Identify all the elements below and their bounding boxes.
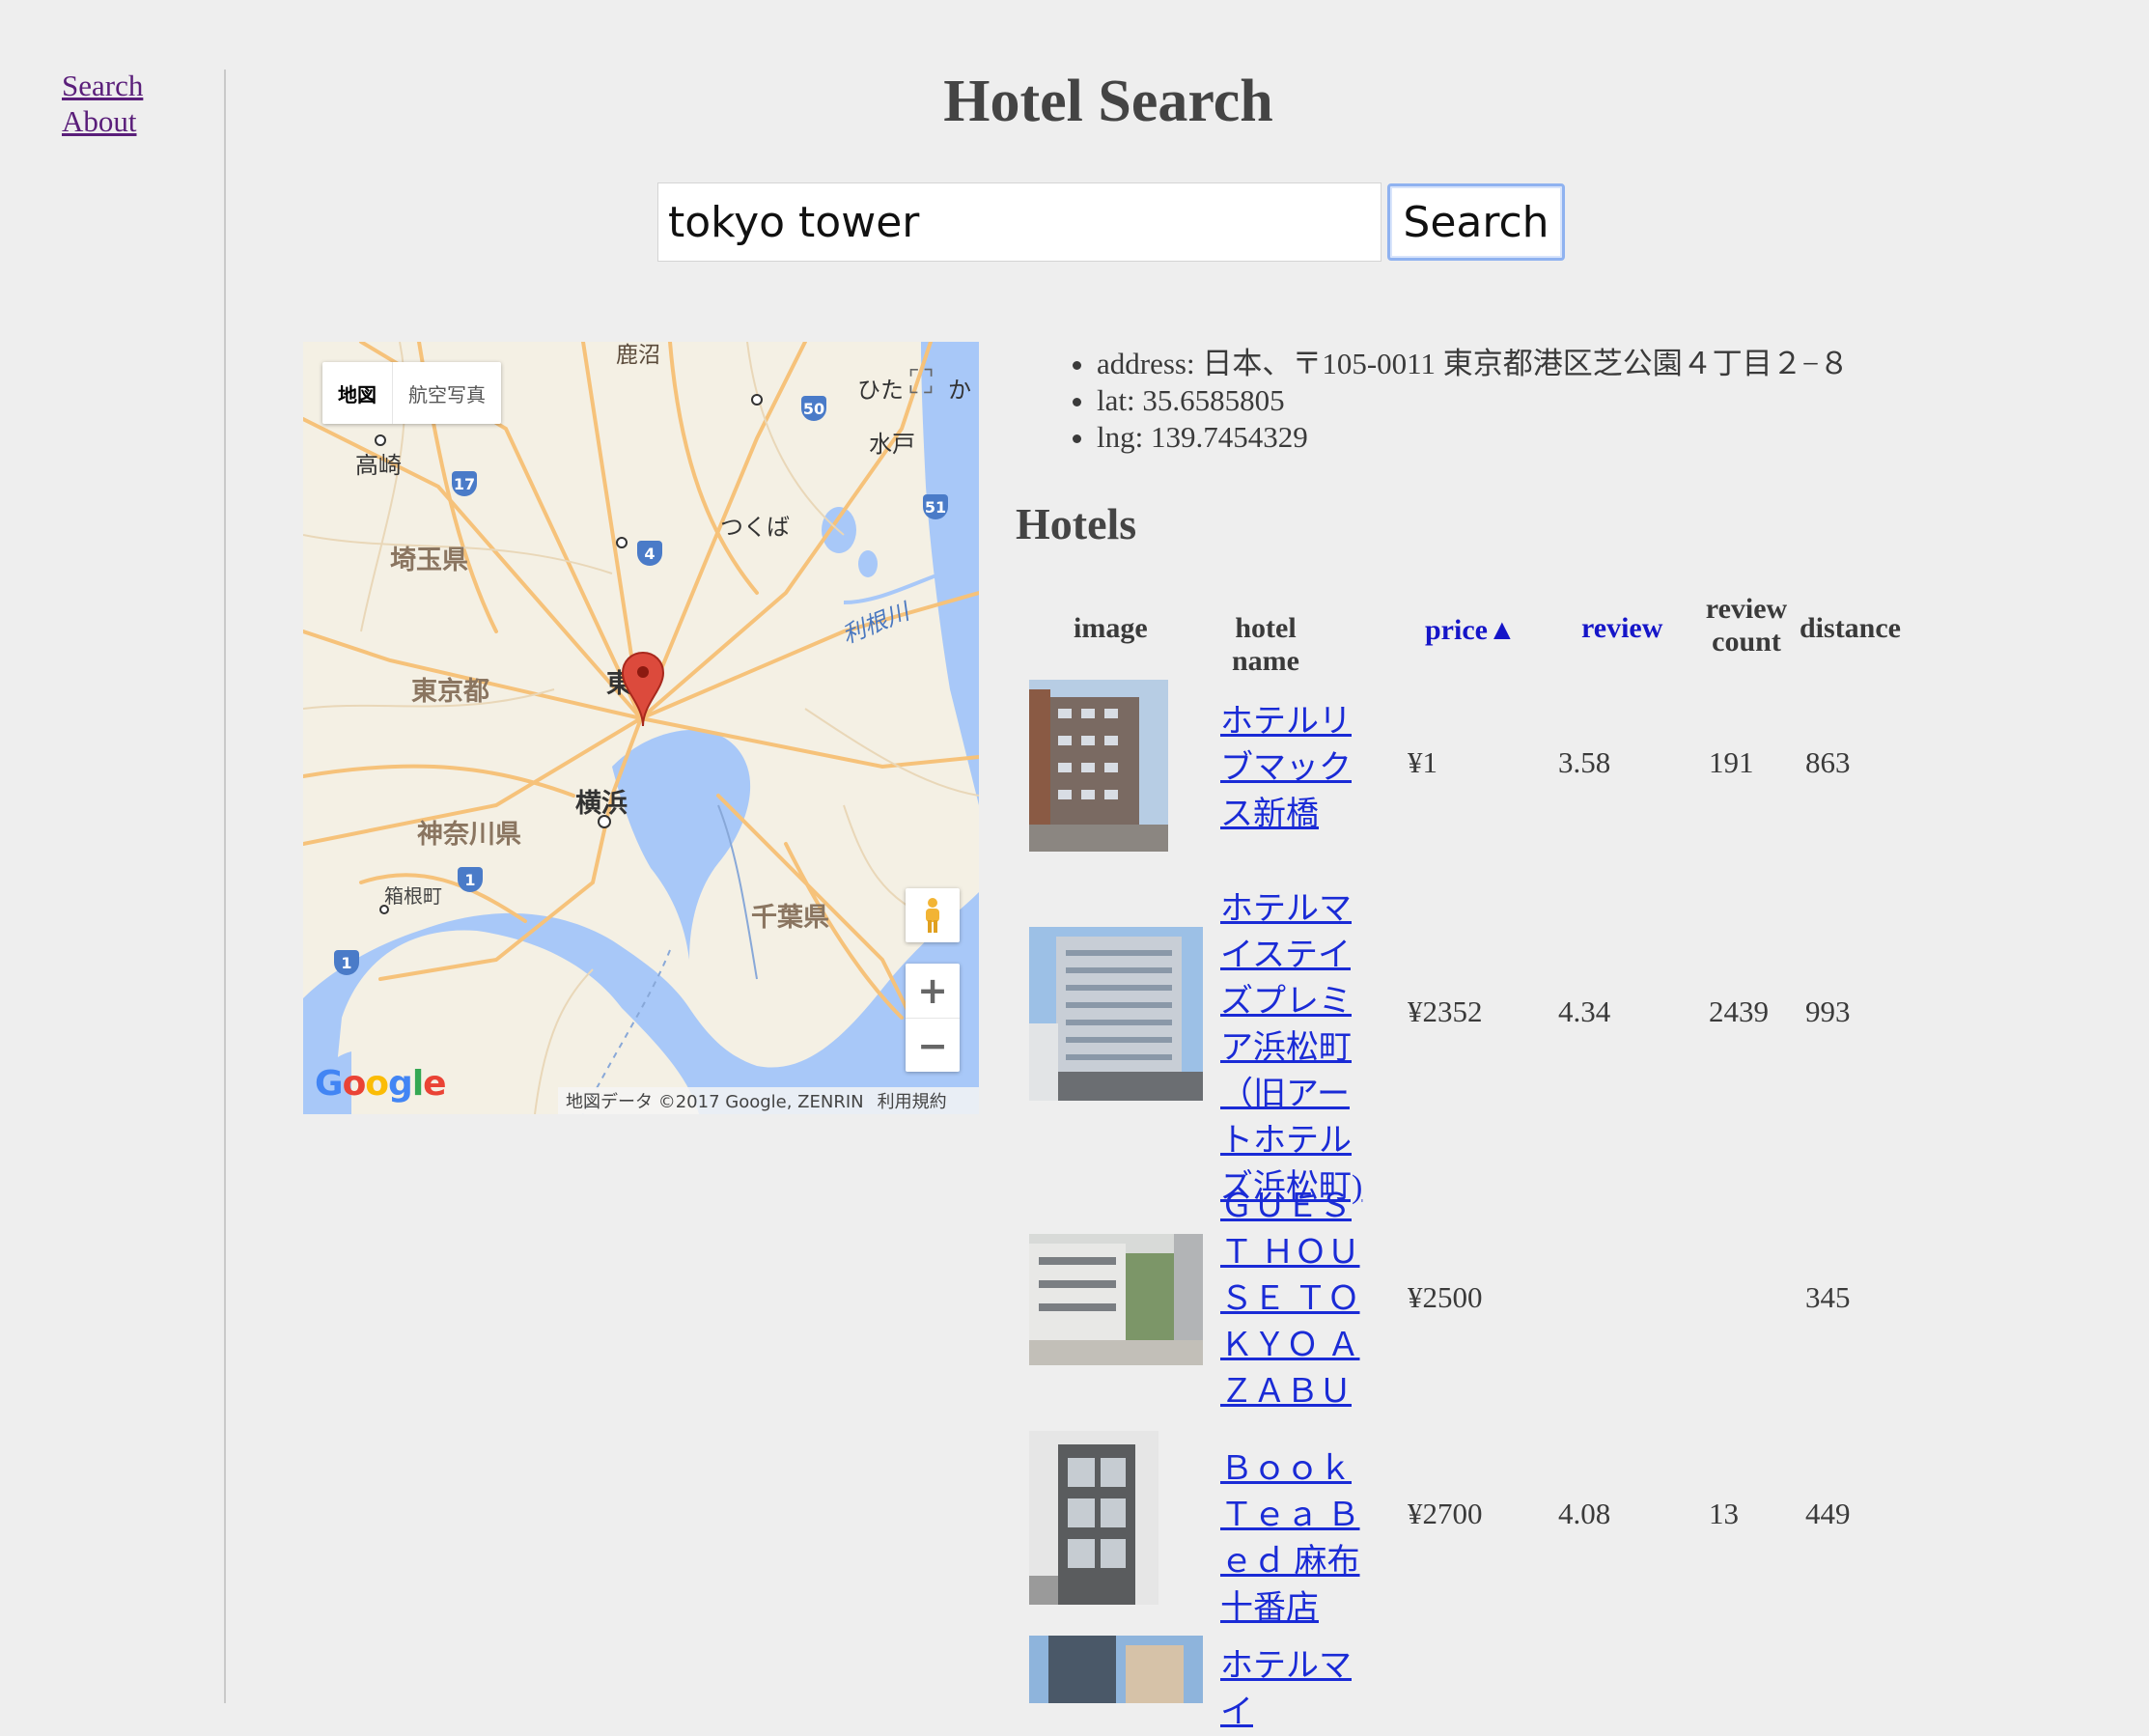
route-17-shield: 17 [452,471,477,496]
price-cell: ¥2352 [1408,994,1483,1028]
distance-cell: 449 [1805,1497,1851,1530]
nav-about-link[interactable]: About [62,103,143,139]
col-header-price-sort[interactable]: price▲ [1425,614,1517,647]
nav-divider [224,70,226,1703]
hotel-name-cell: ＧＵＥＳＴ ＨＯＵＳＥ ＴＯＫＹＯ ＡＺＡＢＵ [1220,1184,1375,1415]
col-header-review-count: review count [1703,593,1790,658]
hotel-name-cell: ホテルマイステイズプレミア浜松町（旧アートホテルズ浜松町) [1220,886,1375,1211]
map-label-hakone: 箱根町 [384,884,442,908]
hotels-heading: Hotels [1016,499,1137,548]
col-header-review-sort[interactable]: review [1581,612,1662,645]
map-terms-link[interactable]: 利用規約 [878,1088,947,1113]
google-logo: Google [315,1064,447,1104]
page-title: Hotel Search [943,69,1273,134]
map-type-control: 地図 航空写真 [322,362,501,424]
map-label-tsukuba: つくば [720,514,790,541]
hotel-name-link[interactable]: ホテルリブマックス新橋 [1220,704,1352,832]
street-view-pegman-icon[interactable] [906,888,960,942]
map-label-kanagawa: 神奈川県 [417,820,521,850]
lat-item: lat: 35.6585805 [1097,382,1849,419]
review-count-cell: 191 [1709,745,1754,779]
map-label-hitachi: ひた [857,377,904,404]
map-data-credit: 地図データ ©2017 Google, ZENRIN [566,1092,864,1112]
route-1-shield: 1 [458,867,483,892]
col-header-review-count-line1: review [1705,593,1788,625]
col-header-review-count-line2: count [1712,626,1781,658]
map-credits: 地図データ ©2017 Google, ZENRIN 利用規約 [558,1087,979,1114]
map-label-tokyo-to: 東京都 [411,677,489,707]
review-cell: 4.34 [1558,994,1611,1028]
location-info: address: 日本、〒105-0011 東京都港区芝公園４丁目２−８ lat… [1085,346,1849,456]
hotel-thumbnail-image[interactable] [1029,1234,1203,1365]
fullscreen-icon[interactable]: ⛶ [900,361,942,404]
table-row: Ｂｏｏｋ Ｔｅａ Ｂｅｄ 麻布十番店 ¥2700 4.08 13 449 [1016,1431,1923,1634]
price-cell: ¥1 [1408,745,1437,779]
location-pin-icon[interactable] [620,651,666,728]
table-row: ＧＵＥＳＴ ＨＯＵＳＥ ＴＯＫＹＯ ＡＺＡＢＵ ¥2500 345 [1016,1178,1923,1429]
map-label-kanuma: 鹿沼 [616,343,660,368]
zoom-out-button[interactable]: − [906,1019,960,1073]
hotel-name-cell: Ｂｏｏｋ Ｔｅａ Ｂｅｄ 麻布十番店 [1220,1446,1375,1632]
hotel-name-cell: ホテルリブマックス新橋 [1220,699,1375,838]
search-button[interactable]: Search [1387,183,1565,261]
col-header-distance: distance [1800,612,1901,644]
col-header-image: image [1074,612,1148,644]
map-label-saitama: 埼玉県 [390,546,468,575]
map-type-map-button[interactable]: 地図 [322,362,393,424]
table-row: ホテルマイステイズプレミア浜松町（旧アートホテルズ浜松町) ¥2352 4.34… [1016,886,1923,1205]
zoom-in-button[interactable]: + [906,964,960,1019]
zoom-control: + − [906,964,960,1072]
table-row: ホテルマイ [1016,1632,1923,1730]
search-input-value: tokyo tower [668,197,920,247]
map-label-yokohama: 横浜 [575,789,628,819]
price-cell: ¥2700 [1408,1497,1483,1530]
hotel-name-link[interactable]: Ｂｏｏｋ Ｔｅａ Ｂｅｄ 麻布十番店 [1220,1451,1360,1626]
price-cell: ¥2500 [1408,1280,1483,1314]
map-label-ka: か [948,377,971,404]
hotel-name-link[interactable]: ＧＵＥＳＴ ＨＯＵＳＥ ＴＯＫＹＯ ＡＺＡＢＵ [1220,1189,1360,1410]
hotel-name-link[interactable]: ホテルマイ [1220,1648,1352,1730]
hotel-thumbnail-image[interactable] [1029,1636,1203,1703]
route-4-shield: 4 [637,541,662,566]
map[interactable]: 鹿沼 ひた か 水戸 高崎 つくば 埼玉県 利根川 東京都 東京 横浜 神奈川県… [303,342,979,1114]
table-row: ホテルリブマックス新橋 ¥1 3.58 191 863 [1016,680,1923,873]
hotel-thumbnail-image[interactable] [1029,680,1168,852]
distance-cell: 993 [1805,994,1851,1028]
route-51-shield: 51 [923,494,948,519]
search-input[interactable]: tokyo tower [657,182,1382,262]
map-label-chiba: 千葉県 [751,903,829,933]
nav-search-link[interactable]: Search [62,68,143,103]
distance-cell: 345 [1805,1280,1851,1314]
hotel-name-link[interactable]: ホテルマイステイズプレミア浜松町（旧アートホテルズ浜松町) [1220,891,1362,1205]
hotel-thumbnail-image[interactable] [1029,1431,1158,1605]
hotel-name-cell: ホテルマイ [1220,1643,1375,1736]
side-nav: Search About [62,68,143,139]
lng-item: lng: 139.7454329 [1097,419,1849,456]
map-label-takasaki: 高崎 [355,452,402,479]
review-cell: 3.58 [1558,745,1611,779]
hotel-thumbnail-image[interactable] [1029,927,1203,1101]
route-50-shield: 50 [801,396,826,421]
review-count-cell: 2439 [1709,994,1769,1028]
review-cell: 4.08 [1558,1497,1611,1530]
route-1-shield-2: 1 [334,950,359,975]
review-count-cell: 13 [1709,1497,1739,1530]
map-type-satellite-button[interactable]: 航空写真 [393,362,501,424]
map-label-mito: 水戸 [869,431,915,458]
distance-cell: 863 [1805,745,1851,779]
col-header-hotel-name: hotel name [1232,612,1299,677]
address-item: address: 日本、〒105-0011 東京都港区芝公園４丁目２−８ [1097,346,1849,382]
